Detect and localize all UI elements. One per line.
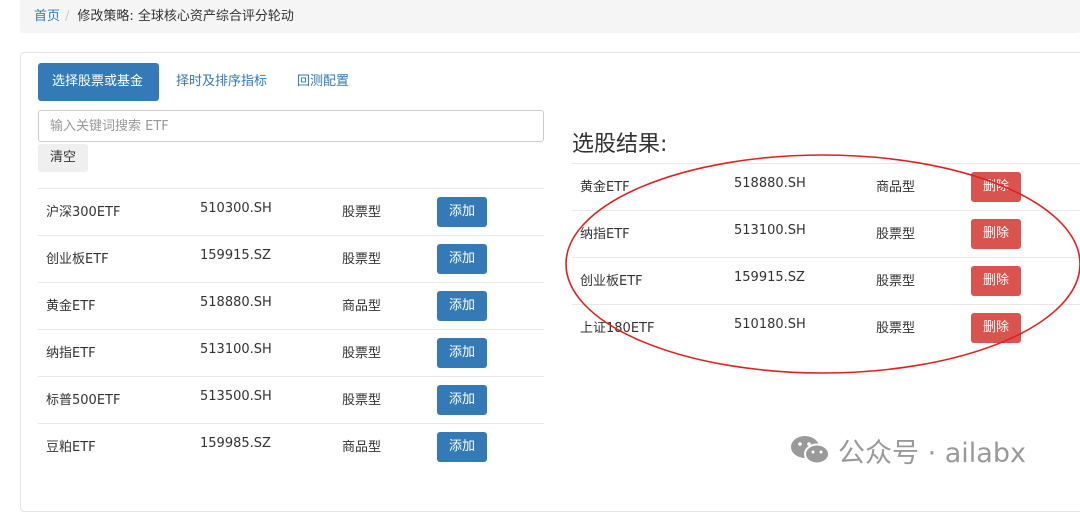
table-row: 黄金ETF 518880.SH 商品型 删除: [572, 163, 1080, 210]
breadcrumb-current: 修改策略: 全球核心资产综合评分轮动: [77, 9, 294, 24]
search-input[interactable]: [38, 110, 544, 142]
row-code: 510180.SH: [734, 317, 806, 332]
breadcrumb: 首页 / 修改策略: 全球核心资产综合评分轮动: [20, 0, 1080, 33]
table-row: 标普500ETF 513500.SH 股票型 添加: [38, 376, 544, 423]
row-type: 股票型: [342, 205, 382, 220]
row-name: 纳指ETF: [580, 227, 630, 242]
row-type: 股票型: [876, 227, 916, 242]
delete-button[interactable]: 删除: [971, 172, 1021, 202]
row-type: 股票型: [342, 346, 382, 361]
clear-button[interactable]: 清空: [38, 144, 88, 172]
row-type: 商品型: [876, 180, 916, 195]
row-type: 股票型: [342, 252, 382, 267]
table-row: 上证180ETF 510180.SH 股票型 删除: [572, 304, 1080, 351]
table-row: 沪深300ETF 510300.SH 股票型 添加: [38, 188, 544, 235]
watermark-text: 公众号 · ailabx: [838, 437, 1026, 469]
results-title: 选股结果:: [572, 132, 668, 157]
add-button[interactable]: 添加: [437, 291, 487, 321]
row-code: 513100.SH: [734, 223, 806, 238]
row-code: 518880.SH: [200, 295, 272, 310]
row-type: 商品型: [342, 440, 382, 455]
row-name: 纳指ETF: [46, 346, 96, 361]
watermark: 公众号 · ailabx: [790, 430, 1026, 470]
delete-button[interactable]: 删除: [971, 219, 1021, 249]
row-code: 159915.SZ: [734, 270, 805, 285]
table-row: 纳指ETF 513100.SH 股票型 删除: [572, 210, 1080, 257]
delete-button[interactable]: 删除: [971, 313, 1021, 343]
delete-button[interactable]: 删除: [971, 266, 1021, 296]
row-code: 513100.SH: [200, 342, 272, 357]
add-button[interactable]: 添加: [437, 385, 487, 415]
row-name: 豆粕ETF: [46, 440, 96, 455]
tab-select-stocks[interactable]: 选择股票或基金: [38, 63, 159, 101]
add-button[interactable]: 添加: [437, 338, 487, 368]
row-type: 股票型: [876, 321, 916, 336]
tab-timing-indicators[interactable]: 择时及排序指标: [176, 63, 267, 101]
breadcrumb-separator: /: [65, 9, 70, 24]
row-type: 股票型: [342, 393, 382, 408]
row-name: 上证180ETF: [580, 321, 655, 336]
row-type: 商品型: [342, 299, 382, 314]
tab-backtest-config[interactable]: 回测配置: [297, 63, 349, 101]
row-name: 标普500ETF: [46, 393, 121, 408]
add-button[interactable]: 添加: [437, 432, 487, 462]
row-type: 股票型: [876, 274, 916, 289]
row-code: 159985.SZ: [200, 436, 271, 451]
breadcrumb-home-link[interactable]: 首页: [34, 9, 60, 24]
row-name: 黄金ETF: [580, 180, 630, 195]
row-name: 黄金ETF: [46, 299, 96, 314]
row-code: 510300.SH: [200, 201, 272, 216]
row-code: 513500.SH: [200, 389, 272, 404]
table-row: 创业板ETF 159915.SZ 股票型 删除: [572, 257, 1080, 304]
row-name: 沪深300ETF: [46, 205, 121, 220]
row-name: 创业板ETF: [580, 274, 643, 289]
row-code: 518880.SH: [734, 176, 806, 191]
table-row: 创业板ETF 159915.SZ 股票型 添加: [38, 235, 544, 282]
table-row: 黄金ETF 518880.SH 商品型 添加: [38, 282, 544, 329]
wechat-icon: [791, 436, 830, 465]
row-code: 159915.SZ: [200, 248, 271, 263]
table-row: 纳指ETF 513100.SH 股票型 添加: [38, 329, 544, 376]
row-name: 创业板ETF: [46, 252, 109, 267]
table-row: 豆粕ETF 159985.SZ 商品型 添加: [38, 423, 544, 470]
add-button[interactable]: 添加: [437, 244, 487, 274]
add-button[interactable]: 添加: [437, 197, 487, 227]
